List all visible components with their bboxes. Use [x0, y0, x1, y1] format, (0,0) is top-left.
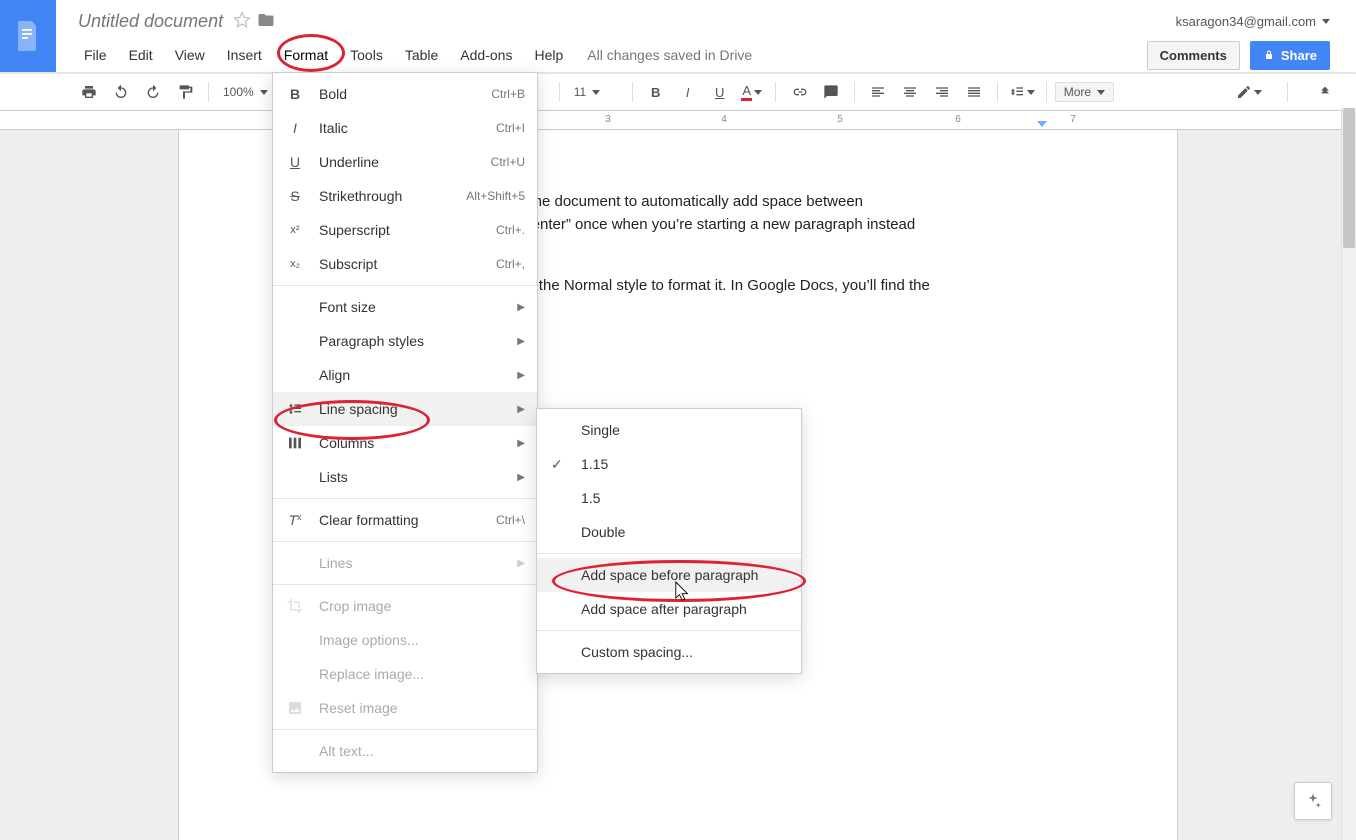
more-button[interactable]: More	[1055, 82, 1114, 102]
scrollbar[interactable]	[1341, 108, 1356, 840]
separator	[1287, 82, 1288, 102]
font-size-combo[interactable]: 11	[568, 80, 624, 104]
ruler-tick: 6	[955, 114, 961, 125]
star-icon[interactable]	[233, 11, 251, 32]
spacing-115[interactable]: ✓1.15	[537, 447, 801, 481]
menubar-addons[interactable]: Add-ons	[450, 41, 522, 69]
collapse-icon[interactable]	[1310, 80, 1340, 104]
undo-icon[interactable]	[106, 80, 136, 104]
menubar-file[interactable]: File	[74, 41, 117, 69]
ruler-tick: 3	[605, 114, 611, 125]
spacing-single[interactable]: Single	[537, 413, 801, 447]
align-justify-icon[interactable]	[959, 80, 989, 104]
add-space-before[interactable]: Add space before paragraph	[537, 558, 801, 592]
zoom-combo[interactable]: 100%	[217, 80, 274, 104]
add-space-after[interactable]: Add space after paragraph	[537, 592, 801, 626]
share-button[interactable]: Share	[1250, 41, 1330, 70]
menu-crop-image: Crop image	[273, 589, 537, 623]
menu-reset-image: Reset image	[273, 691, 537, 725]
print-icon[interactable]	[74, 80, 104, 104]
menubar-view[interactable]: View	[165, 41, 215, 69]
menu-align[interactable]: Align▶	[273, 358, 537, 392]
italic-icon[interactable]: I	[673, 80, 703, 104]
align-right-icon[interactable]	[927, 80, 957, 104]
redo-icon[interactable]	[138, 80, 168, 104]
ruler-tick: 4	[721, 114, 727, 125]
document-title[interactable]: Untitled document	[74, 9, 227, 34]
separator	[775, 82, 776, 102]
paint-format-icon[interactable]	[170, 80, 200, 104]
spacing-double[interactable]: Double	[537, 515, 801, 549]
separator	[559, 82, 560, 102]
custom-spacing[interactable]: Custom spacing...	[537, 635, 801, 669]
menu-subscript[interactable]: x₂SubscriptCtrl+,	[273, 247, 537, 281]
menu-paragraph-styles[interactable]: Paragraph styles▶	[273, 324, 537, 358]
underline-icon[interactable]: U	[705, 80, 735, 104]
menubar-help[interactable]: Help	[524, 41, 573, 69]
menubar-tools[interactable]: Tools	[340, 41, 393, 69]
caret-down-icon	[1322, 19, 1330, 24]
ruler-tick: 5	[837, 114, 843, 125]
scrollbar-thumb[interactable]	[1343, 108, 1355, 248]
comments-button[interactable]: Comments	[1147, 41, 1240, 70]
separator	[854, 82, 855, 102]
menu-alt-text: Alt text...	[273, 734, 537, 768]
share-label: Share	[1281, 48, 1317, 63]
explore-button[interactable]	[1294, 782, 1332, 820]
separator	[632, 82, 633, 102]
separator	[1046, 82, 1047, 102]
ruler-tick: 7	[1070, 114, 1076, 125]
separator	[997, 82, 998, 102]
menu-underline[interactable]: UUnderlineCtrl+U	[273, 145, 537, 179]
save-state: All changes saved in Drive	[587, 47, 752, 63]
comment-icon[interactable]	[816, 80, 846, 104]
menu-columns[interactable]: Columns▶	[273, 426, 537, 460]
menu-superscript[interactable]: x²SuperscriptCtrl+.	[273, 213, 537, 247]
line-spacing-submenu: Single ✓1.15 1.5 Double Add space before…	[536, 408, 802, 674]
account-email[interactable]: ksaragon34@gmail.com	[1176, 14, 1346, 29]
menu-image-options: Image options...	[273, 623, 537, 657]
align-center-icon[interactable]	[895, 80, 925, 104]
text-color-icon[interactable]: A	[737, 80, 767, 104]
menubar-edit[interactable]: Edit	[119, 41, 163, 69]
menubar-insert[interactable]: Insert	[217, 41, 272, 69]
menu-italic[interactable]: IItalicCtrl+I	[273, 111, 537, 145]
menubar-format[interactable]: Format	[274, 41, 338, 69]
menu-replace-image: Replace image...	[273, 657, 537, 691]
folder-icon[interactable]	[257, 11, 275, 32]
menu-line-spacing[interactable]: Line spacing▶	[273, 392, 537, 426]
menu-lines: Lines▶	[273, 546, 537, 580]
menubar-table[interactable]: Table	[395, 41, 448, 69]
menu-clear-formatting[interactable]: TxClear formattingCtrl+\	[273, 503, 537, 537]
editing-mode-icon[interactable]	[1233, 80, 1265, 104]
check-icon: ✓	[551, 456, 563, 473]
menu-font-size[interactable]: Font size▶	[273, 290, 537, 324]
right-indent-marker[interactable]	[1037, 121, 1047, 127]
line-spacing-icon[interactable]	[1006, 80, 1038, 104]
ruler[interactable]: 3 4 5 6 7	[0, 111, 1356, 130]
align-left-icon[interactable]	[863, 80, 893, 104]
spacing-15[interactable]: 1.5	[537, 481, 801, 515]
format-menu: BBoldCtrl+B IItalicCtrl+I UUnderlineCtrl…	[272, 72, 538, 773]
bold-icon[interactable]: B	[641, 80, 671, 104]
menu-bold[interactable]: BBoldCtrl+B	[273, 77, 537, 111]
separator	[208, 82, 209, 102]
link-icon[interactable]	[784, 80, 814, 104]
menu-strikethrough[interactable]: SStrikethroughAlt+Shift+5	[273, 179, 537, 213]
menu-lists[interactable]: Lists▶	[273, 460, 537, 494]
